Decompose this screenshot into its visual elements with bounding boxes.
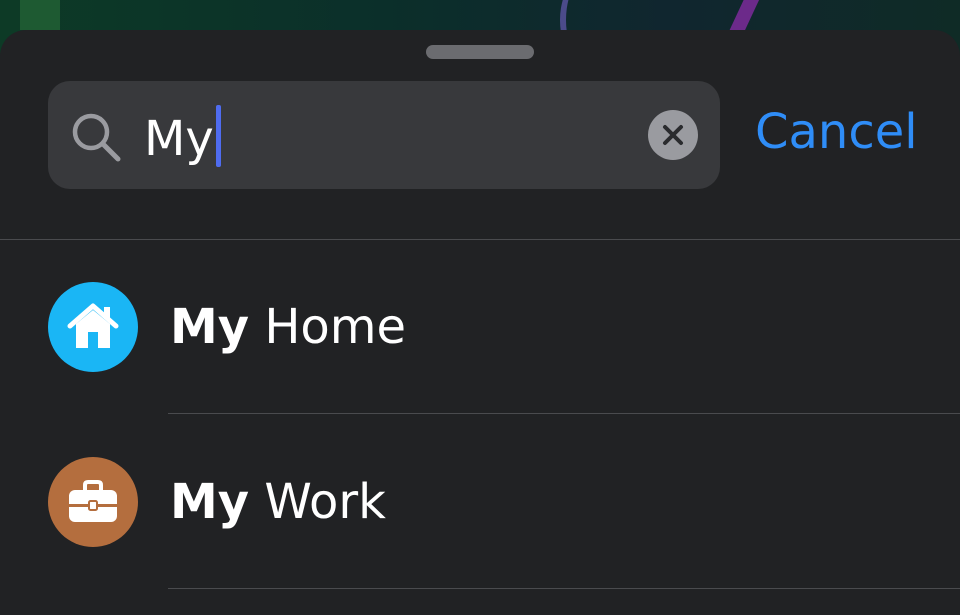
list-item-label: My Work — [170, 472, 386, 532]
cancel-button[interactable]: Cancel — [755, 102, 918, 162]
close-icon — [663, 125, 683, 145]
briefcase-icon — [69, 480, 117, 522]
list-item-my-home[interactable]: My Home — [0, 240, 960, 414]
search-sheet: My Cancel My Home My Work — [0, 30, 960, 615]
house-icon — [67, 303, 119, 348]
home-avatar — [48, 282, 138, 372]
search-query-text[interactable]: My — [144, 105, 221, 169]
list-item-label: My Home — [170, 297, 406, 357]
text-caret — [215, 105, 221, 167]
sheet-grabber-handle[interactable] — [426, 45, 534, 59]
match-text: My — [170, 474, 250, 530]
match-text: My — [170, 299, 250, 355]
clear-text-button[interactable] — [648, 110, 698, 160]
work-avatar — [48, 457, 138, 547]
rest-text: Work — [249, 474, 386, 530]
divider — [168, 413, 960, 414]
map-park-area — [20, 0, 60, 30]
list-item-my-work[interactable]: My Work — [0, 415, 960, 589]
search-query-value: My — [144, 111, 214, 167]
divider — [168, 588, 960, 589]
search-input[interactable]: My — [48, 81, 720, 189]
rest-text: Home — [249, 299, 407, 355]
search-icon — [72, 113, 121, 162]
